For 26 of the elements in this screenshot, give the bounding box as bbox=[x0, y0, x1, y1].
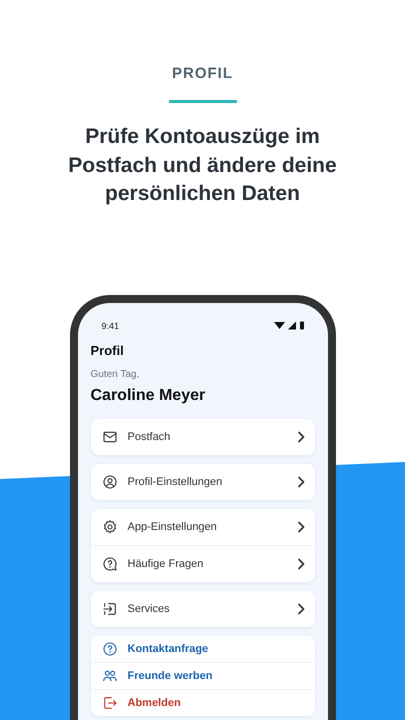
menu-item[interactable]: Postfach bbox=[90, 418, 314, 454]
user-name: Caroline Meyer bbox=[90, 386, 206, 406]
greeting: Guten Tag, bbox=[90, 368, 140, 380]
chevron-right-icon bbox=[296, 476, 304, 488]
user-circle-icon bbox=[102, 474, 118, 490]
logout-icon bbox=[102, 694, 118, 710]
settings-icon bbox=[102, 518, 118, 534]
menu-item[interactable]: Services bbox=[90, 590, 314, 626]
chevron-right-icon bbox=[296, 602, 304, 614]
help-icon bbox=[102, 640, 118, 656]
screen-title: Profil bbox=[90, 342, 125, 358]
sign-in-icon bbox=[102, 600, 118, 616]
status-time: 9:41 bbox=[102, 320, 120, 330]
headline: Prüfe Kontoauszüge im Postfach und ändere deine persönlichen Daten bbox=[67, 124, 338, 207]
menu-item[interactable]: Häufige Fragen bbox=[90, 544, 314, 582]
menu-item[interactable]: App-Einstellungen bbox=[90, 508, 314, 544]
question-bubble-icon bbox=[102, 556, 118, 572]
chevron-right-icon bbox=[296, 520, 304, 532]
chevron-right-icon bbox=[296, 558, 304, 570]
menu-item[interactable]: Profil-Einstellungen bbox=[90, 464, 314, 500]
menu-item[interactable]: Abmelden bbox=[90, 688, 314, 716]
chevron-right-icon bbox=[296, 430, 304, 442]
section-label: PROFIL bbox=[172, 64, 233, 84]
menu-item[interactable]: Freunde werben bbox=[90, 662, 314, 688]
accent-underline bbox=[168, 100, 236, 103]
menu-item[interactable]: Kontaktanfrage bbox=[90, 636, 314, 662]
